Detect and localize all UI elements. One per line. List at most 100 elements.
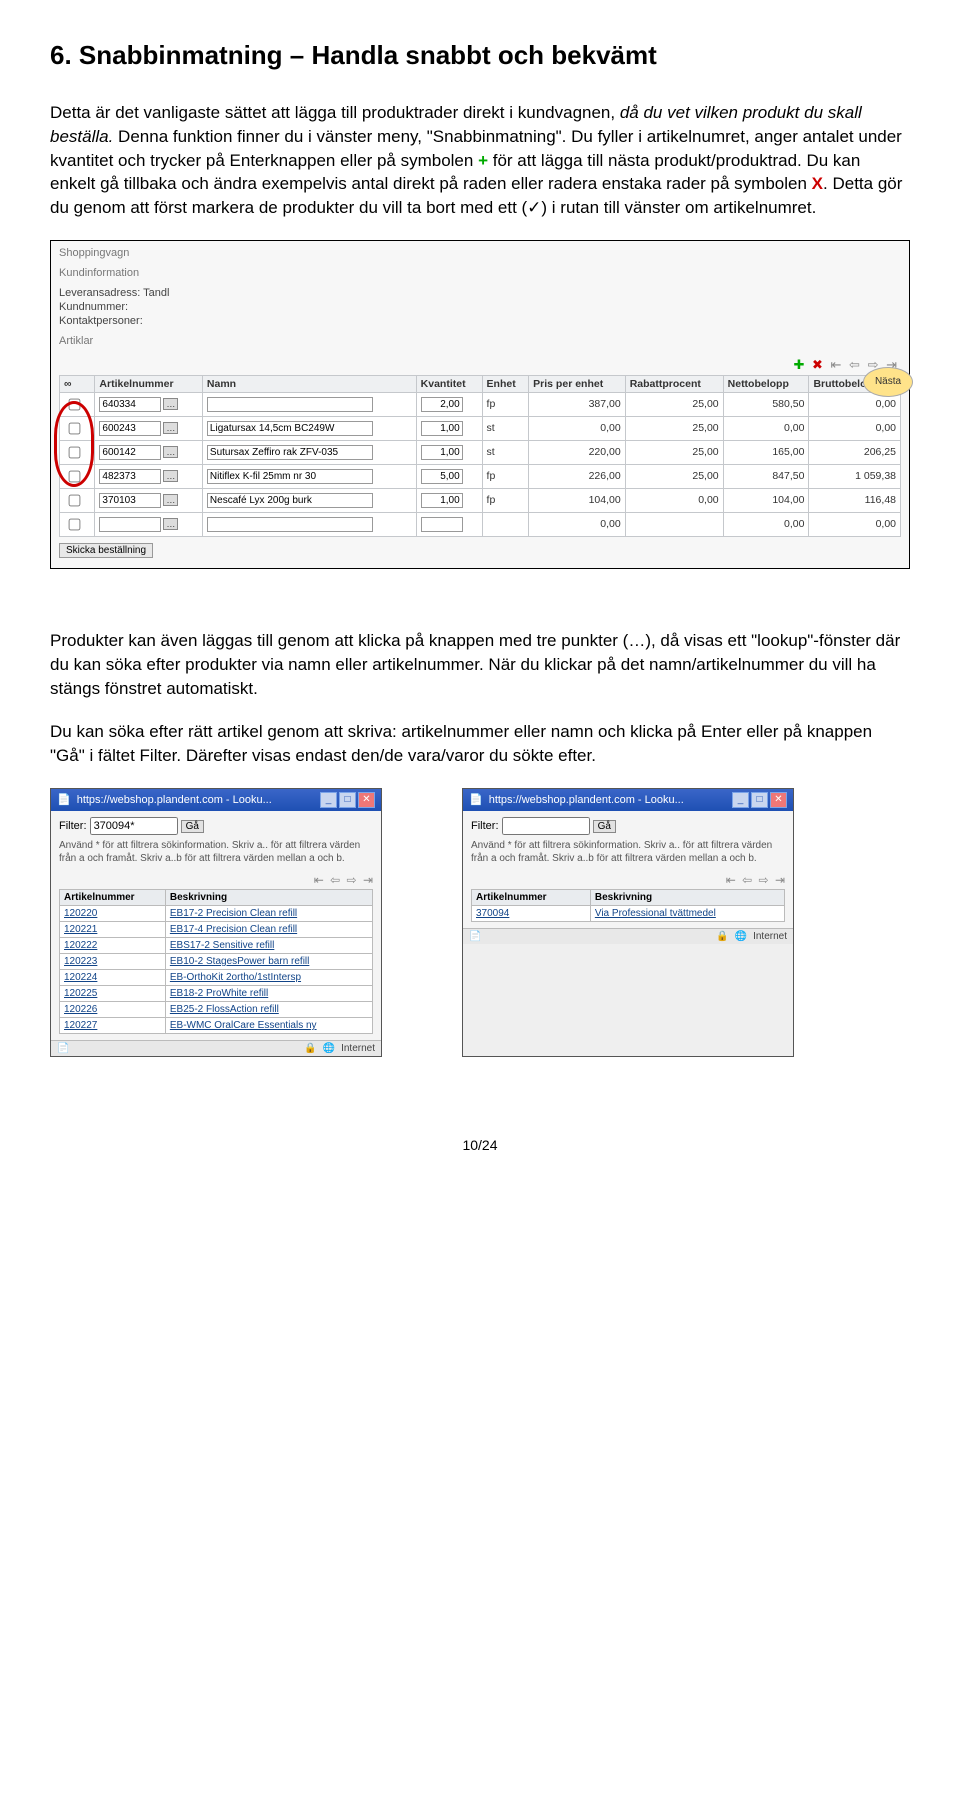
name-input[interactable]: [207, 421, 373, 436]
desc-link[interactable]: EBS17-2 Sensitive refill: [170, 940, 275, 951]
row-checkbox[interactable]: [69, 471, 81, 483]
lookup-button[interactable]: …: [163, 494, 178, 506]
artnr-input[interactable]: [99, 421, 161, 436]
name-input[interactable]: [207, 445, 373, 460]
qty-input[interactable]: [421, 493, 463, 508]
lookup-button[interactable]: …: [163, 518, 178, 530]
name-input[interactable]: [207, 517, 373, 532]
row-checkbox[interactable]: [69, 423, 81, 435]
lookup-col-desc[interactable]: Beskrivning: [590, 889, 784, 905]
last-page-icon[interactable]: ⇥: [363, 873, 373, 887]
cart-table: ∞ Artikelnummer Namn Kvantitet Enhet Pri…: [59, 375, 901, 537]
name-input[interactable]: [207, 397, 373, 412]
prev-page-icon[interactable]: ⇦: [330, 873, 340, 887]
filter-help-text: Använd * för att filtrera sökinformation…: [59, 839, 373, 865]
qty-input[interactable]: [421, 397, 463, 412]
table-row: …fp226,0025,00847,501 059,38: [60, 464, 901, 488]
price-cell: 104,00: [529, 488, 626, 512]
window-max-icon[interactable]: □: [751, 792, 768, 808]
prev-page-icon[interactable]: ⇦: [849, 357, 860, 372]
first-page-icon[interactable]: ⇤: [726, 873, 736, 887]
desc-link[interactable]: EB18-2 ProWhite refill: [170, 988, 268, 999]
shopping-cart-screenshot: Shoppingvagn Kundinformation Leveransadr…: [50, 240, 910, 569]
desc-link[interactable]: EB-WMC OralCare Essentials ny: [170, 1020, 317, 1031]
qty-input[interactable]: [421, 469, 463, 484]
desc-link[interactable]: EB17-2 Precision Clean refill: [170, 908, 297, 919]
window-min-icon[interactable]: _: [732, 792, 749, 808]
artnr-input[interactable]: [99, 493, 161, 508]
row-checkbox[interactable]: [69, 447, 81, 459]
col-artnr[interactable]: Artikelnummer: [95, 375, 202, 392]
col-price[interactable]: Pris per enhet: [529, 375, 626, 392]
table-row: 120226 EB25-2 FlossAction refill: [60, 1001, 373, 1017]
col-discount[interactable]: Rabattprocent: [625, 375, 723, 392]
popup-favicon: 📄: [57, 793, 71, 806]
lookup-popups-row: 📄 https://webshop.plandent.com - Looku..…: [50, 788, 910, 1057]
artnr-input[interactable]: [99, 469, 161, 484]
col-check[interactable]: ∞: [60, 375, 95, 392]
cart-addr: Leveransadress: Tandl: [59, 287, 901, 299]
next-page-icon[interactable]: ⇨: [347, 873, 357, 887]
filter-input[interactable]: [502, 817, 590, 835]
filter-input[interactable]: [90, 817, 178, 835]
col-qty[interactable]: Kvantitet: [416, 375, 482, 392]
popup-title: https://webshop.plandent.com - Looku...: [489, 794, 684, 806]
filter-go-button[interactable]: Gå: [593, 820, 616, 833]
window-close-icon[interactable]: ✕: [358, 792, 375, 808]
artnr-link[interactable]: 120221: [64, 924, 97, 935]
window-min-icon[interactable]: _: [320, 792, 337, 808]
name-input[interactable]: [207, 493, 373, 508]
desc-link[interactable]: EB17-4 Precision Clean refill: [170, 924, 297, 935]
filter-help-text: Använd * för att filtrera sökinformation…: [471, 839, 785, 865]
send-order-button[interactable]: Skicka beställning: [59, 543, 153, 558]
first-page-icon[interactable]: ⇤: [831, 357, 842, 372]
artnr-link[interactable]: 120222: [64, 940, 97, 951]
col-name[interactable]: Namn: [202, 375, 416, 392]
artnr-link[interactable]: 120225: [64, 988, 97, 999]
artnr-input[interactable]: [99, 397, 161, 412]
desc-link[interactable]: EB10-2 StagesPower barn refill: [170, 956, 310, 967]
col-net[interactable]: Nettobelopp: [723, 375, 809, 392]
row-checkbox[interactable]: [69, 495, 81, 507]
window-close-icon[interactable]: ✕: [770, 792, 787, 808]
lookup-button[interactable]: …: [163, 446, 178, 458]
row-checkbox[interactable]: [69, 399, 81, 411]
lookup-col-desc[interactable]: Beskrivning: [165, 889, 372, 905]
popup-statusbar: 📄 🔒 🌐 Internet: [463, 928, 793, 944]
price-cell: 226,00: [529, 464, 626, 488]
delete-row-icon[interactable]: ✖: [812, 357, 823, 372]
artnr-input[interactable]: [99, 517, 161, 532]
artnr-link[interactable]: 370094: [476, 908, 509, 919]
qty-input[interactable]: [421, 517, 463, 532]
next-page-icon[interactable]: ⇨: [759, 873, 769, 887]
window-max-icon[interactable]: □: [339, 792, 356, 808]
desc-link[interactable]: EB-OrthoKit 2ortho/1stIntersp: [170, 972, 301, 983]
plus-symbol: +: [478, 151, 488, 170]
artnr-link[interactable]: 120226: [64, 1004, 97, 1015]
lookup-col-art[interactable]: Artikelnummer: [472, 889, 591, 905]
lookup-button[interactable]: …: [163, 398, 178, 410]
name-input[interactable]: [207, 469, 373, 484]
prev-page-icon[interactable]: ⇦: [742, 873, 752, 887]
col-unit[interactable]: Enhet: [482, 375, 529, 392]
lookup-button[interactable]: …: [163, 470, 178, 482]
desc-link[interactable]: Via Professional tvättmedel: [595, 908, 716, 919]
artnr-link[interactable]: 120227: [64, 1020, 97, 1031]
lookup-button[interactable]: …: [163, 422, 178, 434]
first-page-icon[interactable]: ⇤: [314, 873, 324, 887]
last-page-icon[interactable]: ⇥: [775, 873, 785, 887]
row-checkbox[interactable]: [69, 519, 81, 531]
add-row-icon[interactable]: ✚: [793, 357, 804, 372]
artnr-link[interactable]: 120223: [64, 956, 97, 967]
artnr-link[interactable]: 120224: [64, 972, 97, 983]
qty-input[interactable]: [421, 445, 463, 460]
lookup-col-art[interactable]: Artikelnummer: [60, 889, 166, 905]
artnr-link[interactable]: 120220: [64, 908, 97, 919]
artnr-input[interactable]: [99, 445, 161, 460]
filter-go-button[interactable]: Gå: [181, 820, 204, 833]
unit-cell: st: [482, 416, 529, 440]
popup-favicon: 📄: [469, 793, 483, 806]
table-row: …fp104,000,00104,00116,48: [60, 488, 901, 512]
desc-link[interactable]: EB25-2 FlossAction refill: [170, 1004, 279, 1015]
qty-input[interactable]: [421, 421, 463, 436]
